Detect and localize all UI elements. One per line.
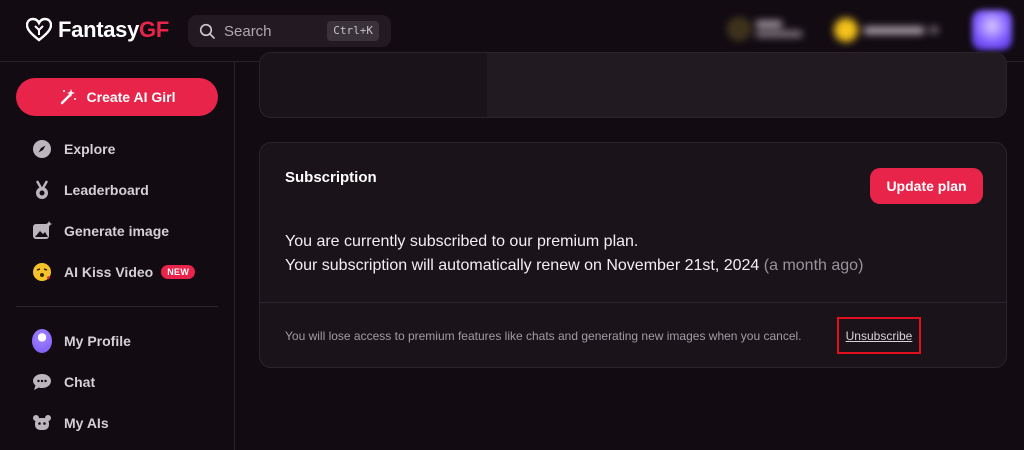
subscription-renewal-text: Your subscription will automatically ren…: [285, 257, 863, 275]
previous-card: [259, 52, 1007, 118]
sidebar-item-my-ais[interactable]: My AIs: [32, 412, 109, 434]
search-placeholder: Search: [224, 23, 272, 40]
heart-logo-icon: [26, 17, 52, 42]
unsubscribe-label: Unsubscribe: [845, 328, 913, 343]
points-balance[interactable]: [834, 18, 938, 42]
renewal-relative-time: (a month ago): [763, 257, 864, 274]
robot-icon: [32, 413, 52, 433]
sidebar-item-label: My Profile: [64, 333, 131, 349]
search-bar[interactable]: Search Ctrl+K: [188, 15, 391, 47]
chevron-down-icon: [930, 27, 938, 33]
update-plan-button[interactable]: Update plan: [870, 168, 983, 204]
sidebar-item-chat[interactable]: Chat: [32, 371, 95, 393]
subscription-status-text: You are currently subscribed to our prem…: [285, 233, 639, 250]
subscription-title: Subscription: [285, 169, 377, 186]
sidebar-item-label: AI Kiss Video: [64, 264, 154, 280]
sidebar-item-ai-kiss-video[interactable]: AI Kiss Video NEW: [32, 261, 196, 283]
sidebar-item-label: Leaderboard: [64, 182, 149, 198]
main-content: Subscription Update plan You are current…: [235, 52, 1024, 450]
logo[interactable]: FantasyGF: [26, 17, 169, 43]
medal-icon: [32, 180, 52, 200]
compass-icon: [32, 139, 52, 159]
kiss-emoji-icon: [32, 262, 52, 282]
search-icon: [199, 23, 215, 39]
subscription-divider: [260, 302, 1006, 303]
create-ai-girl-button[interactable]: Create AI Girl: [16, 78, 218, 116]
unsubscribe-link[interactable]: Unsubscribe: [837, 317, 921, 354]
sidebar-item-label: Explore: [64, 141, 116, 157]
coin-icon: [728, 18, 750, 40]
coin-balance-blurred: [756, 21, 802, 37]
new-badge: NEW: [161, 265, 196, 279]
points-blurred: [864, 26, 924, 34]
sidebar-item-explore[interactable]: Explore: [32, 138, 115, 160]
image-icon: [32, 221, 52, 241]
sidebar-item-my-profile[interactable]: My Profile: [32, 329, 131, 353]
sidebar-item-label: Chat: [64, 374, 96, 390]
user-avatar[interactable]: [972, 10, 1012, 50]
sidebar-item-label: My AIs: [64, 415, 109, 431]
sidebar: Create AI Girl Explore Leaderboard Gener…: [0, 62, 235, 450]
magic-wand-icon: [60, 89, 76, 105]
chat-icon: [32, 372, 52, 392]
create-ai-girl-label: Create AI Girl: [86, 89, 176, 105]
profile-avatar: [32, 329, 52, 353]
sidebar-item-leaderboard[interactable]: Leaderboard: [32, 179, 149, 201]
previous-card-panel: [487, 53, 1006, 117]
sidebar-divider: [16, 306, 218, 307]
cancel-warning-text: You will lose access to premium features…: [285, 329, 802, 343]
brand-name: FantasyGF: [58, 17, 169, 42]
sidebar-item-generate-image[interactable]: Generate image: [32, 220, 169, 242]
renewal-date-text: Your subscription will automatically ren…: [285, 257, 760, 274]
subscription-card: Subscription Update plan You are current…: [259, 142, 1007, 368]
sidebar-item-label: Generate image: [64, 223, 170, 239]
coin-balance[interactable]: [728, 18, 802, 40]
gold-coin-icon: [834, 18, 858, 42]
search-shortcut: Ctrl+K: [327, 21, 379, 41]
